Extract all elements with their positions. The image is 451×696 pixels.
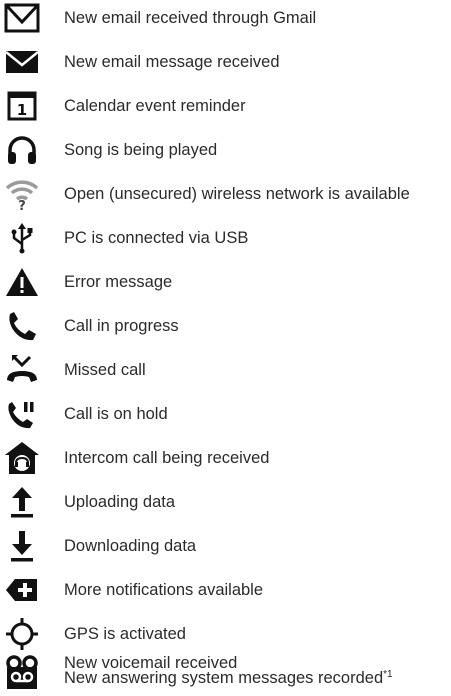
calendar-day-number: 1 xyxy=(17,101,27,119)
legend-label: Call in progress xyxy=(64,317,179,335)
legend-label: Song is being played xyxy=(64,141,218,159)
legend-row-answering-machine: New answering system messages recorded*1 xyxy=(0,666,451,691)
legend-row-headphones: Song is being played xyxy=(0,132,451,170)
legend-label: PC is connected via USB xyxy=(64,229,249,247)
legend-row-error: Error message xyxy=(0,264,451,302)
legend-row-missed-call: Missed call xyxy=(0,352,451,390)
svg-text:?: ? xyxy=(18,199,26,212)
legend-label: GPS is activated xyxy=(64,625,186,643)
call-hold-icon xyxy=(4,396,40,432)
gmail-envelope-icon xyxy=(4,0,40,36)
legend-label: Call is on hold xyxy=(64,405,168,423)
legend-row-usb: PC is connected via USB xyxy=(0,220,451,258)
legend-label: Intercom call being received xyxy=(64,449,270,467)
legend-row-more-notifications: More notifications available xyxy=(0,572,451,610)
legend-row-upload: Uploading data xyxy=(0,484,451,522)
legend-row-email: New email message received xyxy=(0,44,451,82)
legend-row-intercom: Intercom call being received xyxy=(0,440,451,478)
upload-arrow-icon xyxy=(4,484,40,520)
legend-label: Uploading data xyxy=(64,493,176,511)
legend-label-answering: New answering system messages recorded*1 xyxy=(64,668,393,688)
legend-row-gmail: New email received through Gmail xyxy=(0,0,451,38)
usb-icon xyxy=(4,220,40,256)
calendar-icon: 1 xyxy=(4,88,40,124)
legend-row-calendar: 1 Calendar event reminder xyxy=(0,88,451,126)
legend-row-call-hold: Call is on hold xyxy=(0,396,451,434)
download-arrow-icon xyxy=(4,528,40,564)
legend-label: Missed call xyxy=(64,361,146,379)
legend-label: Error message xyxy=(64,273,173,291)
legend-label: New email message received xyxy=(64,53,280,71)
legend-label: Calendar event reminder xyxy=(64,97,246,115)
missed-call-icon xyxy=(4,352,40,388)
legend-row-download: Downloading data xyxy=(0,528,451,566)
legend-label: Downloading data xyxy=(64,537,197,555)
legend-row-wifi: ? Open (unsecured) wireless network is a… xyxy=(0,176,451,214)
footnote-marker: *1 xyxy=(383,669,393,680)
phone-call-icon xyxy=(4,308,40,344)
email-envelope-icon xyxy=(4,44,40,80)
legend-label: Open (unsecured) wireless network is ava… xyxy=(64,185,410,203)
legend-row-call-progress: Call in progress xyxy=(0,308,451,346)
legend-label-text: New answering system messages recorded xyxy=(64,669,384,687)
more-notifications-icon xyxy=(4,572,40,608)
intercom-house-icon xyxy=(4,440,40,476)
legend-label: More notifications available xyxy=(64,581,264,599)
legend-label: New email received through Gmail xyxy=(64,9,317,27)
wifi-open-icon: ? xyxy=(4,176,40,212)
headphones-icon xyxy=(4,132,40,168)
warning-triangle-icon xyxy=(4,264,40,300)
